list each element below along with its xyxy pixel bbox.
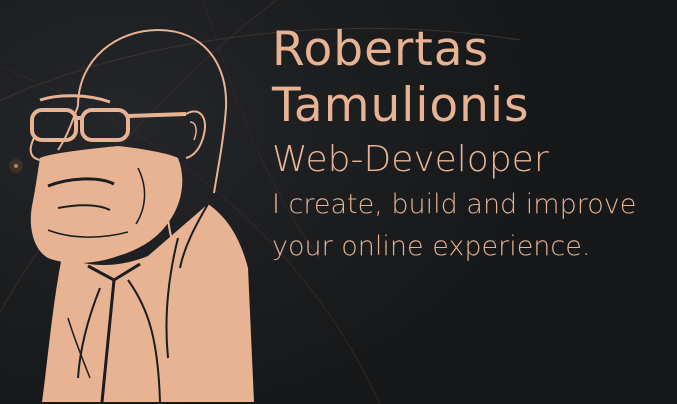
tagline-line-1: I create, build and improve [272, 189, 637, 220]
hero-section: Robertas Tamulionis Web-Developer I crea… [0, 0, 677, 404]
job-title: Web-Developer [272, 139, 549, 180]
portrait-illustration [29, 28, 254, 402]
name-first: Robertas [272, 22, 490, 77]
intro-text-block: Robertas Tamulionis Web-Developer I crea… [272, 22, 672, 268]
tagline-line-2: your online experience. [272, 231, 591, 262]
tagline: I create, build and improve your online … [272, 184, 662, 268]
name-last: Tamulionis [272, 78, 530, 133]
